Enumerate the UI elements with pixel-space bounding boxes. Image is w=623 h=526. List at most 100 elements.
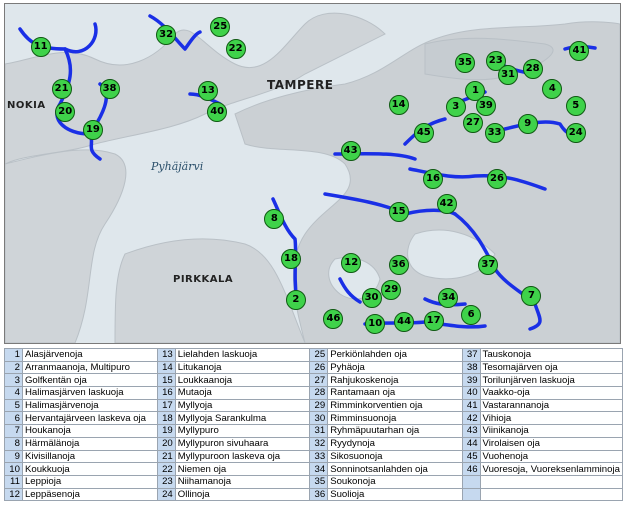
- legend-row: 2 Arranmaanoja, Multipuro 14 Litukanoja 26 Py…: [4, 360, 623, 375]
- map-marker-16[interactable]: 16: [423, 168, 444, 189]
- legend-number: 35: [309, 474, 329, 489]
- legend-number: 16: [156, 386, 176, 400]
- legend-stream-name: Vuoresoja, Vuoreksenlamminoja: [479, 462, 623, 476]
- map-marker-17[interactable]: 17: [423, 310, 444, 331]
- legend-stream-name: Loukkaanoja: [174, 373, 311, 388]
- map-marker-26[interactable]: 26: [487, 168, 507, 189]
- legend-row: 5 Halimasjärvenoja 17 Myllyoja 29 Rimminkorve…: [4, 398, 623, 413]
- legend-stream-name: Vaakko-oja: [479, 386, 623, 400]
- legend-number: 10: [4, 462, 23, 476]
- legend-number: 46: [461, 462, 481, 476]
- legend-stream-name: Pyhäoja: [327, 360, 463, 375]
- legend-number: 20: [156, 436, 176, 451]
- map-marker-27[interactable]: 27: [463, 112, 483, 133]
- map-marker-31[interactable]: 31: [498, 64, 519, 85]
- legend-table: 1 Alasjärvenoja 13 Lielahden laskuoja 25 Perk…: [4, 348, 623, 502]
- map-marker-42[interactable]: 42: [436, 194, 457, 214]
- legend-number: 17: [156, 398, 176, 413]
- lake-label-pyhajarvi: Pyhäjärvi: [151, 160, 204, 173]
- legend-number: 18: [156, 411, 176, 426]
- legend-number: 34: [309, 462, 329, 476]
- legend-number: 8: [4, 436, 23, 451]
- legend-number: 28: [309, 386, 329, 400]
- legend-number: 33: [309, 449, 329, 464]
- legend-row: 10 Koukkuoja 22 Niemen oja 34 Sonninotsanlahd…: [4, 462, 623, 476]
- legend-number: 15: [156, 373, 176, 388]
- legend-row: 3 Golfkentän oja 15 Loukkaanoja 27 Rahjukoske…: [4, 373, 623, 388]
- map-marker-19[interactable]: 19: [82, 119, 103, 140]
- legend-number: 2: [4, 360, 23, 375]
- legend-stream-name: Golfkentän oja: [21, 373, 158, 388]
- legend-stream-name: Leppäsenoja: [21, 487, 158, 502]
- legend-stream-name: Vuohenoja: [479, 449, 623, 464]
- legend-number: 6: [4, 411, 23, 426]
- legend-stream-name: Rantamaan oja: [327, 386, 463, 400]
- legend-stream-name: Arranmaanoja, Multipuro: [21, 360, 158, 375]
- legend-number: 31: [309, 424, 329, 438]
- map-marker-9[interactable]: 9: [517, 113, 538, 134]
- legend-stream-name: Leppioja: [21, 474, 158, 489]
- legend-number: 13: [156, 348, 176, 362]
- legend-number: 21: [156, 449, 176, 464]
- legend-row: 4 Halimasjärven laskuoja 16 Mutaoja 28 Rantam…: [4, 386, 623, 400]
- stream-map[interactable]: TAMPERE NOKIA PIRKKALA Pyhäjärvi 1234567…: [4, 3, 621, 344]
- map-marker-3[interactable]: 3: [445, 96, 466, 117]
- legend-number: 37: [461, 348, 481, 362]
- legend-number: 4: [4, 386, 23, 400]
- map-marker-28[interactable]: 28: [522, 58, 543, 79]
- legend-stream-name: Myllyoja Sarankulma: [174, 411, 311, 426]
- legend-stream-name: Niihamanoja: [174, 474, 311, 489]
- map-marker-32[interactable]: 32: [156, 24, 177, 45]
- map-marker-45[interactable]: 45: [413, 122, 434, 143]
- legend-number: 42: [461, 411, 481, 426]
- legend-number: 3: [4, 373, 23, 388]
- legend-number: 32: [309, 436, 329, 451]
- legend-stream-name: Tesomajärven oja: [479, 360, 623, 375]
- legend-number: 11: [4, 474, 23, 489]
- map-marker-43[interactable]: 43: [340, 141, 361, 162]
- legend-number: [461, 487, 481, 502]
- legend-number: 41: [461, 398, 481, 413]
- legend-number: 43: [461, 424, 481, 438]
- legend-stream-name: Ryydynoja: [327, 436, 463, 451]
- place-label-tampere: TAMPERE: [267, 78, 334, 92]
- map-marker-25[interactable]: 25: [210, 16, 231, 37]
- legend-number: 40: [461, 386, 481, 400]
- legend-number: 9: [4, 449, 23, 464]
- legend-number: 22: [156, 462, 176, 476]
- map-marker-11[interactable]: 11: [30, 36, 51, 57]
- legend-number: 30: [309, 411, 329, 426]
- legend-row: 6 Hervantajärveen laskeva oja 18 Myllyoja S…: [4, 411, 623, 426]
- map-marker-4[interactable]: 4: [542, 78, 563, 99]
- legend-stream-name: Ryhmäpuutarhan oja: [327, 424, 463, 438]
- map-marker-38[interactable]: 38: [99, 78, 120, 99]
- map-marker-30[interactable]: 30: [361, 288, 382, 309]
- legend-row: 12 Leppäsenoja 24 Ollinoja 36 Suolioja: [4, 487, 623, 502]
- legend-number: [461, 474, 481, 489]
- map-marker-2[interactable]: 2: [285, 289, 306, 310]
- legend-stream-name: Rahjukoskenoja: [327, 373, 463, 388]
- legend-number: 7: [4, 424, 23, 438]
- map-marker-21[interactable]: 21: [51, 78, 72, 99]
- legend-row: 8 Härmälänoja 20 Myllypuron sivuhaara 32 Ryyd…: [4, 436, 623, 451]
- legend-stream-name: Halimasjärvenoja: [21, 398, 158, 413]
- map-marker-22[interactable]: 22: [225, 38, 246, 59]
- legend-number: 23: [156, 474, 176, 489]
- map-marker-14[interactable]: 14: [388, 94, 409, 115]
- legend-stream-name: Koukkuoja: [21, 462, 158, 476]
- legend-row: 11 Leppioja 23 Niihamanoja 35 Soukonoja: [4, 474, 623, 489]
- map-marker-36[interactable]: 36: [388, 255, 409, 276]
- legend-stream-name: Vastarannanoja: [479, 398, 623, 413]
- map-marker-35[interactable]: 35: [455, 52, 476, 73]
- map-marker-15[interactable]: 15: [388, 202, 409, 223]
- map-marker-6[interactable]: 6: [461, 304, 482, 325]
- legend-number: 38: [461, 360, 481, 375]
- legend-stream-name: Virolaisen oja: [479, 436, 623, 451]
- legend-stream-name: Alasjärvenoja: [21, 348, 158, 362]
- legend-stream-name: Suolioja: [327, 487, 463, 502]
- map-marker-44[interactable]: 44: [394, 311, 415, 332]
- legend-stream-name: Viinikanoja: [479, 424, 623, 438]
- map-marker-33[interactable]: 33: [484, 123, 505, 144]
- legend-number: 24: [156, 487, 176, 502]
- map-marker-5[interactable]: 5: [565, 95, 586, 116]
